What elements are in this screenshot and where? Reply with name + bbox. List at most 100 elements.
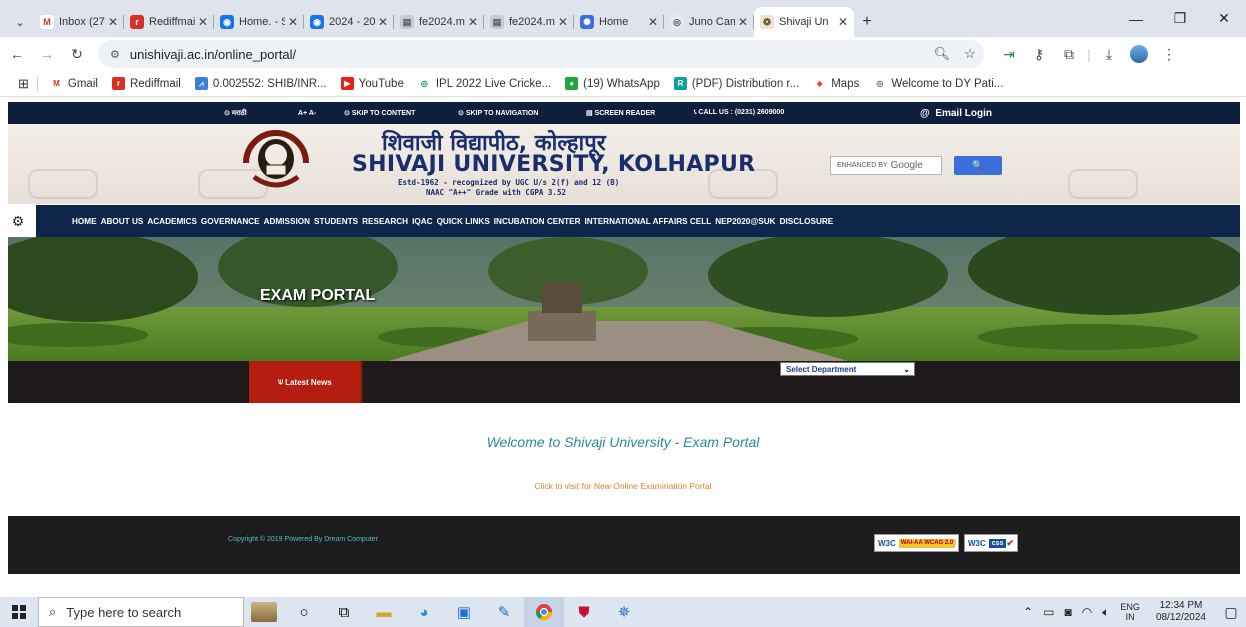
language-indicator[interactable]: ENG IN <box>1120 602 1140 622</box>
browser-tab[interactable]: ◉ 2024 - 20 ✕ <box>304 7 394 37</box>
nav-item-incubation-center[interactable]: INCUBATION CENTER <box>494 217 581 226</box>
nav-item-admission[interactable]: ADMISSION <box>264 217 310 226</box>
nav-item-iqac[interactable]: IQAC <box>412 217 432 226</box>
bookmark-item[interactable]: ▶ YouTube <box>340 77 404 90</box>
tab-close-icon[interactable]: ✕ <box>108 15 118 29</box>
nav-item-governance[interactable]: GOVERNANCE <box>201 217 260 226</box>
volume-icon[interactable]: 🔈︎ <box>1102 605 1109 620</box>
bookmark-item[interactable]: ⩘ 0.002552: SHIB/INR... <box>194 77 327 90</box>
zoom-icon[interactable]: 🔍︎ <box>928 46 956 62</box>
nav-item-international-affairs-cell[interactable]: INTERNATIONAL AFFAIRS CELL <box>585 217 712 226</box>
google-search-input[interactable]: ENHANCED BY Google <box>830 156 942 175</box>
download-icon[interactable]: ⤓ <box>1094 41 1124 67</box>
site-info-icon[interactable]: ⚙ <box>110 48 120 61</box>
tab-close-icon[interactable]: ✕ <box>558 15 568 29</box>
tab-close-icon[interactable]: ✕ <box>198 15 208 29</box>
back-icon[interactable]: ← <box>4 41 30 67</box>
nav-item-about-us[interactable]: ABOUT US <box>101 217 144 226</box>
bookmark-item[interactable]: ⬥ Maps <box>813 77 859 90</box>
task-view-icon[interactable]: ⧉ <box>324 597 364 627</box>
browser-tab[interactable]: ◉ Home. - S ✕ <box>214 7 304 37</box>
bookmark-item[interactable]: ● (19) WhatsApp <box>565 77 660 90</box>
new-tab-button[interactable]: + <box>854 7 880 37</box>
nav-item-quick-links[interactable]: QUICK LINKS <box>437 217 490 226</box>
mcafee-icon[interactable]: ⛊ <box>564 597 604 627</box>
edge-browser-icon[interactable]: ◕ <box>404 597 444 627</box>
search-highlight-icon[interactable] <box>244 597 284 627</box>
chrome-icon[interactable] <box>524 597 564 627</box>
windows-start-icon[interactable] <box>0 597 38 627</box>
url-text[interactable]: unishivaji.ac.in/online_portal/ <box>130 47 296 62</box>
skip-to-navigation-link[interactable]: ⊙ SKIP TO NAVIGATION <box>458 109 538 117</box>
nav-item-academics[interactable]: ACADEMICS <box>147 217 197 226</box>
w3c-logo-label: W3C <box>878 538 896 548</box>
tab-close-icon[interactable]: ✕ <box>378 15 388 29</box>
browser-tab[interactable]: ❂ Shivaji Un ✕ <box>754 7 854 37</box>
password-key-icon[interactable]: ⚷ <box>1024 41 1054 67</box>
bookmark-item[interactable]: M Gmail <box>49 77 98 90</box>
screen-reader-link[interactable]: ▤ SCREEN READER <box>586 109 655 117</box>
browser-tab[interactable]: r Rediffmail ✕ <box>124 7 214 37</box>
tab-close-icon[interactable]: ✕ <box>648 15 658 29</box>
bookmark-label: YouTube <box>358 77 404 90</box>
minimize-icon[interactable]: — <box>1114 0 1158 37</box>
browser-tab[interactable]: ▤ fe2024.m ✕ <box>394 7 484 37</box>
university-logo[interactable] <box>240 129 312 193</box>
nav-item-students[interactable]: STUDENTS <box>314 217 358 226</box>
browser-tab[interactable]: ◎ Juno Cam ✕ <box>664 7 754 37</box>
forward-icon[interactable]: → <box>34 41 60 67</box>
search-button[interactable]: 🔍 <box>954 156 1002 175</box>
notepad-icon[interactable]: ✎ <box>484 597 524 627</box>
nav-item-nep2020-suk[interactable]: NEP2020@SUK <box>715 217 775 226</box>
browser-tab[interactable]: ▤ fe2024.m ✕ <box>484 7 574 37</box>
gear-icon[interactable]: ⚙ <box>0 205 36 237</box>
bookmark-item[interactable]: R (PDF) Distribution r... <box>673 77 799 90</box>
tab-close-icon[interactable]: ✕ <box>288 15 298 29</box>
tab-close-icon[interactable]: ✕ <box>468 15 478 29</box>
latest-news-button[interactable]: ⍦ Latest News <box>249 361 361 403</box>
tab-close-icon[interactable]: ✕ <box>738 15 748 29</box>
profile-avatar[interactable] <box>1124 41 1154 67</box>
apps-grid-icon[interactable]: ⊞ <box>18 76 29 92</box>
nav-item-disclosure[interactable]: DISCLOSURE <box>780 217 834 226</box>
extensions-puzzle-icon[interactable]: ⧉ <box>1054 41 1084 67</box>
font-size-controls[interactable]: A+ A- <box>298 110 316 117</box>
reload-icon[interactable]: ↻ <box>64 41 90 67</box>
new-exam-portal-link[interactable]: Click to visit for New Online Examinatio… <box>0 481 1246 491</box>
bookmark-item[interactable]: r Rediffmail <box>111 77 181 90</box>
department-select[interactable]: Select Department ⌄ <box>780 362 915 376</box>
cortana-icon[interactable]: ○ <box>284 597 324 627</box>
tab-search-dropdown-icon[interactable]: ⌄ <box>6 7 34 37</box>
extension-arrow-icon[interactable]: ⇥ <box>994 41 1024 67</box>
restore-icon[interactable]: ❐ <box>1158 0 1202 37</box>
nav-item-home[interactable]: HOME <box>72 217 97 226</box>
battery-icon[interactable]: ▭ <box>1043 605 1054 619</box>
paint-icon[interactable]: ✵ <box>604 597 644 627</box>
notification-icon[interactable]: ▢ <box>1216 604 1246 621</box>
meet-now-icon[interactable]: ◙ <box>1064 605 1071 619</box>
tab-close-icon[interactable]: ✕ <box>838 15 848 29</box>
url-bar[interactable]: ⚙ unishivaji.ac.in/online_portal/ 🔍︎ ☆ <box>98 40 984 68</box>
file-explorer-icon[interactable]: ▬ <box>364 597 404 627</box>
taskbar-search-input[interactable]: ⌕ Type here to search <box>38 597 244 627</box>
bookmark-item[interactable]: ◎ Welcome to DY Pati... <box>873 77 1003 90</box>
email-login-label: Email Login <box>935 107 992 119</box>
email-login-link[interactable]: @ Email Login <box>920 108 992 119</box>
browser-tab-strip: ⌄ M Inbox (27 ✕ r Rediffmail ✕ ◉ Home. - S ✕ ◉ 202… <box>0 0 1246 37</box>
bookmark-item[interactable]: ◎ IPL 2022 Live Cricke... <box>417 77 551 90</box>
browser-tab[interactable]: M Inbox (27 ✕ <box>34 7 124 37</box>
skip-to-content-link[interactable]: ⊙ SKIP TO CONTENT <box>344 109 415 117</box>
taskbar-clock[interactable]: 12:34 PM 08/12/2024 <box>1156 600 1206 624</box>
w3c-wcag-badge[interactable]: W3C WAI-AA WCAG 2.0 <box>874 534 960 552</box>
bookmarks-bar: ⊞ M Gmail r Rediffmail ⩘ 0.002552: SHIB/INR..… <box>0 71 1246 97</box>
chevron-up-icon[interactable]: ⌃ <box>1023 605 1033 619</box>
close-window-icon[interactable]: ✕ <box>1202 0 1246 37</box>
store-icon[interactable]: ▣ <box>444 597 484 627</box>
nav-item-research[interactable]: RESEARCH <box>362 217 408 226</box>
wifi-icon[interactable]: ◠ <box>1082 605 1092 619</box>
browser-tab[interactable]: ✺ Home ✕ <box>574 7 664 37</box>
w3c-css-badge[interactable]: W3C css ✔ <box>964 534 1019 552</box>
bookmark-star-icon[interactable]: ☆ <box>956 46 984 62</box>
browser-menu-icon[interactable]: ⋮ <box>1154 41 1184 67</box>
marathi-link[interactable]: ⊙ मराठी <box>224 109 247 118</box>
